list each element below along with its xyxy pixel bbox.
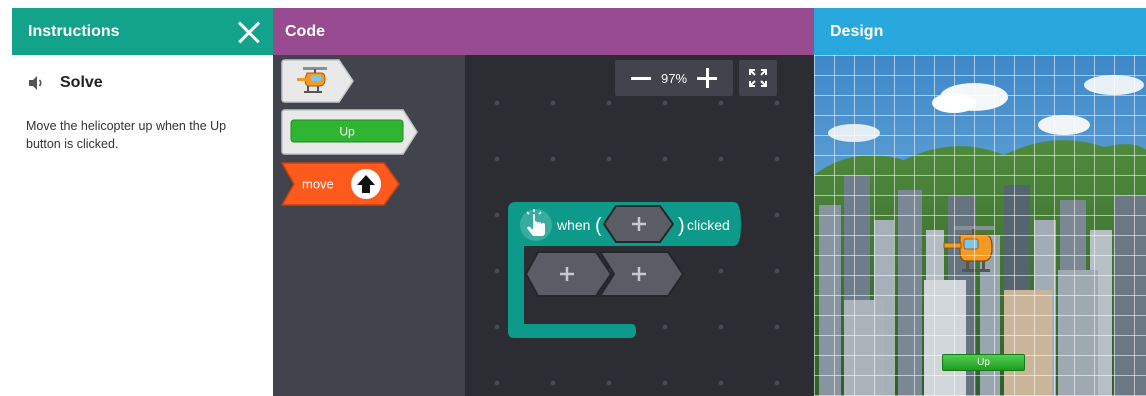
code-header: Code: [273, 8, 814, 55]
speaker-icon[interactable]: [26, 73, 46, 93]
design-header: Design: [814, 8, 1146, 55]
zoom-controls: 97%: [615, 60, 787, 96]
clicked-label: clicked: [687, 217, 730, 233]
statement-slot-2[interactable]: [598, 251, 685, 297]
tap-hand-icon: [520, 209, 552, 241]
block-toolbox: Up move: [273, 55, 465, 396]
zoom-out-button[interactable]: [621, 60, 661, 96]
helicopter-sprite-block[interactable]: [281, 58, 357, 104]
move-block[interactable]: move: [280, 161, 402, 207]
solve-row: Solve: [26, 73, 273, 93]
instructions-header: Instructions: [12, 8, 273, 55]
up-button-sprite[interactable]: Up: [942, 354, 1025, 371]
move-block-label: move: [302, 177, 334, 192]
instructions-panel: Instructions Solve Move the helicopter u…: [12, 8, 273, 396]
fullscreen-button[interactable]: [739, 60, 777, 96]
button-block-label: Up: [339, 125, 355, 139]
close-icon[interactable]: [237, 20, 261, 44]
design-stage[interactable]: Up: [814, 55, 1146, 396]
when-clicked-block[interactable]: when ( ) clicked: [506, 202, 746, 342]
open-paren: (: [595, 215, 602, 237]
close-paren: ): [678, 215, 685, 237]
event-target-slot[interactable]: [602, 205, 675, 243]
fullscreen-icon: [749, 69, 767, 87]
design-panel: Design Up: [814, 8, 1146, 396]
code-panel: Code Up move 97% when () clicked: [273, 8, 814, 396]
solve-title: Solve: [60, 74, 103, 91]
zoom-level: 97%: [661, 70, 688, 86]
stage-grid: [814, 55, 1146, 396]
zoom-group: 97%: [615, 60, 733, 96]
when-label: when: [556, 217, 590, 233]
zoom-in-button[interactable]: [687, 60, 727, 96]
instructions-title: Instructions: [28, 22, 120, 40]
instruction-text: Move the helicopter up when the Up butto…: [26, 119, 227, 151]
statement-slot-1[interactable]: [524, 251, 613, 297]
button-sprite-block[interactable]: Up: [281, 108, 421, 156]
